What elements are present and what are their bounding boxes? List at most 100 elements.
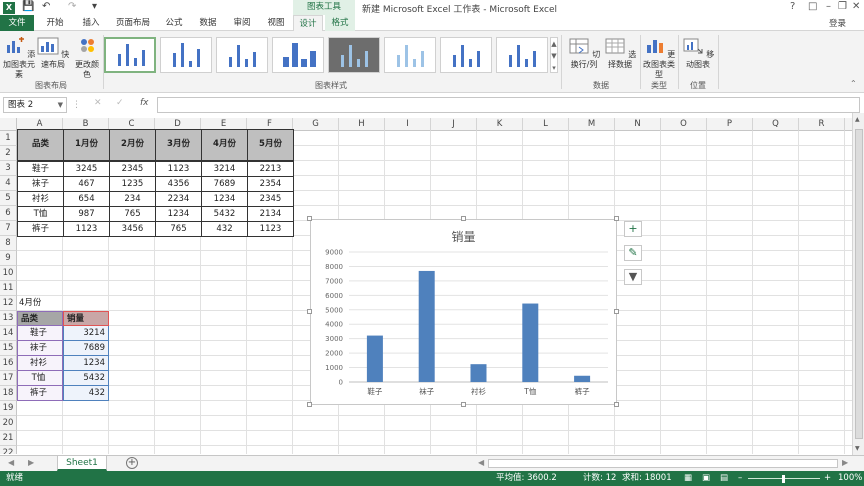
table-cell[interactable]: 3456 xyxy=(109,221,156,237)
subtable-header-cell[interactable]: 销量 xyxy=(63,311,109,326)
change-colors-button[interactable]: 更改颜色 xyxy=(72,37,102,80)
scroll-thumb[interactable] xyxy=(855,129,863,439)
table-cell[interactable]: 234 xyxy=(109,191,156,207)
subtable-cell[interactable]: T恤 xyxy=(17,371,63,386)
row-header[interactable]: 8 xyxy=(0,236,17,251)
hscroll-left-icon[interactable]: ◀ xyxy=(478,458,484,467)
row-header[interactable]: 13 xyxy=(0,311,17,326)
column-header[interactable]: H xyxy=(339,118,385,131)
chart-style-3[interactable] xyxy=(216,37,268,73)
zoom-level[interactable]: 100% xyxy=(838,471,862,486)
enter-icon[interactable]: ✓ xyxy=(116,98,124,108)
table-cell[interactable]: 1234 xyxy=(201,191,248,207)
column-header[interactable]: J xyxy=(431,118,477,131)
row-header[interactable]: 22 xyxy=(0,446,17,454)
table-cell[interactable]: 467 xyxy=(63,176,110,192)
subtable-cell[interactable]: 鞋子 xyxy=(17,326,63,341)
resize-handle[interactable] xyxy=(614,309,619,314)
table-cell[interactable]: 7689 xyxy=(201,176,248,192)
table-cell[interactable]: 1234 xyxy=(155,206,202,222)
table-header-cell[interactable]: 1月份 xyxy=(63,129,110,161)
row-header[interactable]: 3 xyxy=(0,161,17,176)
table-cell[interactable]: 2354 xyxy=(247,176,294,192)
table-header-cell[interactable]: 5月份 xyxy=(247,129,294,161)
row-header[interactable]: 10 xyxy=(0,266,17,281)
subtable-cell[interactable]: 7689 xyxy=(63,341,109,356)
collapse-ribbon-icon[interactable]: ⌃ xyxy=(850,79,857,88)
zoom-out-icon[interactable]: – xyxy=(738,471,742,486)
chart-bar[interactable] xyxy=(418,270,435,382)
save-icon[interactable]: 💾 xyxy=(22,1,34,12)
change-chart-type-button[interactable]: 更改图表类型 xyxy=(642,37,676,80)
chart-style-4[interactable] xyxy=(272,37,324,73)
table-cell[interactable]: 鞋子 xyxy=(17,161,64,177)
cancel-icon[interactable]: ✕ xyxy=(94,98,102,108)
resize-handle[interactable] xyxy=(307,216,312,221)
table-cell[interactable]: 1235 xyxy=(109,176,156,192)
tab-insert[interactable]: 插入 xyxy=(76,15,106,31)
table-cell[interactable]: 654 xyxy=(63,191,110,207)
tab-page-layout[interactable]: 页面布局 xyxy=(112,15,154,31)
row-header[interactable]: 2 xyxy=(0,146,17,161)
row-header[interactable]: 16 xyxy=(0,356,17,371)
row-header[interactable]: 5 xyxy=(0,191,17,206)
chart-styles-brush-icon[interactable]: ✎ xyxy=(624,245,642,261)
close-icon[interactable]: ✕ xyxy=(852,1,860,12)
tab-formulas[interactable]: 公式 xyxy=(160,15,188,31)
table-cell[interactable]: 765 xyxy=(155,221,202,237)
subtable-title[interactable]: 4月份 xyxy=(19,296,41,311)
tab-design[interactable]: 设计 xyxy=(293,15,323,32)
restore-icon[interactable]: ❐ xyxy=(838,1,847,12)
styles-scroll[interactable]: ▲ ▼ ▾ xyxy=(550,37,558,73)
subtable-cell[interactable]: 裤子 xyxy=(17,386,63,401)
tab-format[interactable]: 格式 xyxy=(325,15,355,31)
subtable-cell[interactable]: 3214 xyxy=(63,326,109,341)
row-header[interactable]: 19 xyxy=(0,401,17,416)
formula-input[interactable] xyxy=(157,97,860,113)
subtable-cell[interactable]: 1234 xyxy=(63,356,109,371)
subtable-cell[interactable]: 袜子 xyxy=(17,341,63,356)
tab-view[interactable]: 视图 xyxy=(262,15,290,31)
column-header[interactable]: M xyxy=(569,118,615,131)
insert-function-icon[interactable]: fx xyxy=(140,98,149,108)
minimize-icon[interactable]: – xyxy=(826,1,831,12)
chart-style-1[interactable] xyxy=(104,37,156,73)
table-cell[interactable]: 3214 xyxy=(201,161,248,177)
row-header[interactable]: 7 xyxy=(0,221,17,236)
select-all-corner[interactable] xyxy=(0,118,17,131)
row-header[interactable]: 20 xyxy=(0,416,17,431)
table-cell[interactable]: 4356 xyxy=(155,176,202,192)
page-layout-view-icon[interactable]: ▣ xyxy=(702,471,710,486)
table-cell[interactable]: 987 xyxy=(63,206,110,222)
table-cell[interactable]: 2134 xyxy=(247,206,294,222)
next-sheet-icon[interactable]: ▶ xyxy=(28,458,34,467)
customize-qat-icon[interactable]: ▾ xyxy=(92,1,97,12)
row-header[interactable]: 12 xyxy=(0,296,17,311)
table-cell[interactable]: 2234 xyxy=(155,191,202,207)
subtable-cell[interactable]: 5432 xyxy=(63,371,109,386)
row-header[interactable]: 6 xyxy=(0,206,17,221)
row-header[interactable]: 11 xyxy=(0,281,17,296)
horizontal-scrollbar[interactable] xyxy=(488,459,838,468)
tab-review[interactable]: 审阅 xyxy=(228,15,256,31)
scroll-down-icon[interactable]: ▼ xyxy=(855,445,860,452)
tab-file[interactable]: 文件 xyxy=(0,15,34,31)
chart-style-8[interactable] xyxy=(496,37,548,73)
column-header[interactable]: N xyxy=(615,118,661,131)
column-header[interactable]: G xyxy=(293,118,339,131)
table-header-cell[interactable]: 2月份 xyxy=(109,129,156,161)
tab-home[interactable]: 开始 xyxy=(40,15,70,31)
page-break-view-icon[interactable]: ▤ xyxy=(720,471,728,486)
row-header[interactable]: 14 xyxy=(0,326,17,341)
select-data-button[interactable]: 选择数据 xyxy=(603,37,637,70)
chart-style-2[interactable] xyxy=(160,37,212,73)
table-cell[interactable]: 765 xyxy=(109,206,156,222)
zoom-slider-thumb[interactable] xyxy=(782,475,785,483)
chart-bar[interactable] xyxy=(522,303,539,382)
subtable-cell[interactable]: 432 xyxy=(63,386,109,401)
move-chart-button[interactable]: 移动图表 xyxy=(680,37,716,70)
row-header[interactable]: 15 xyxy=(0,341,17,356)
vertical-scrollbar[interactable]: ▲ ▼ xyxy=(852,113,864,456)
switch-row-column-button[interactable]: 切换行/列 xyxy=(565,37,603,70)
undo-icon[interactable]: ↶ xyxy=(42,1,50,12)
